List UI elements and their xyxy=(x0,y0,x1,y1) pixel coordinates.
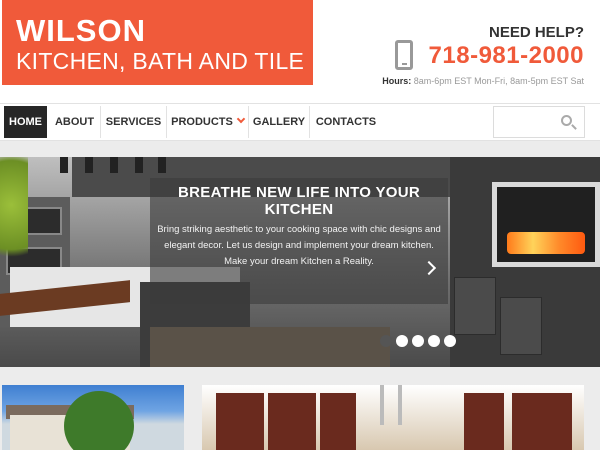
main-nav: HOME ABOUT SERVICES PRODUCTS GALLERY CON… xyxy=(0,103,600,141)
nav-item-gallery[interactable]: GALLERY xyxy=(249,106,310,138)
fireplace xyxy=(492,182,600,267)
need-help-title: NEED HELP? xyxy=(488,24,584,41)
slider-dot-5[interactable] xyxy=(444,335,456,347)
slider-dot-2[interactable] xyxy=(396,335,408,347)
hours-label: Hours: xyxy=(382,76,412,86)
search-icon[interactable] xyxy=(561,115,572,126)
hero-text: Bring striking aesthetic to your cooking… xyxy=(157,224,441,267)
phone-icon xyxy=(395,40,413,70)
search-input[interactable] xyxy=(493,106,585,138)
nav-item-about[interactable]: ABOUT xyxy=(49,106,101,138)
slider-dot-3[interactable] xyxy=(412,335,424,347)
nav-item-home[interactable]: HOME xyxy=(4,106,47,138)
business-hours: Hours: 8am-6pm EST Mon-Fri, 8am-5pm EST … xyxy=(382,76,584,86)
slider-dot-4[interactable] xyxy=(428,335,440,347)
nav-item-products-label: PRODUCTS xyxy=(171,116,233,128)
nav-item-products[interactable]: PRODUCTS xyxy=(167,106,249,138)
hours-text: 8am-6pm EST Mon-Fri, 8am-5pm EST Sat xyxy=(413,76,584,86)
chevron-down-icon xyxy=(236,114,246,124)
nav-item-services[interactable]: SERVICES xyxy=(101,106,167,138)
page: WILSON KITCHEN, BATH AND TILE NEED HELP?… xyxy=(0,0,600,450)
site-header: WILSON KITCHEN, BATH AND TILE NEED HELP?… xyxy=(0,0,600,103)
phone-number[interactable]: 718-981-2000 xyxy=(429,42,584,70)
site-logo[interactable]: WILSON KITCHEN, BATH AND TILE xyxy=(2,0,313,85)
hero-title: BREATHE NEW LIFE INTO YOUR KITCHEN xyxy=(178,184,420,218)
nav-item-contacts[interactable]: CONTACTS xyxy=(310,106,382,138)
hero-caption: BREATHE NEW LIFE INTO YOUR KITCHEN Bring… xyxy=(150,178,448,304)
logo-title: WILSON xyxy=(16,13,146,48)
house-exterior-image[interactable] xyxy=(2,385,184,450)
logo-subtitle: KITCHEN, BATH AND TILE xyxy=(16,48,305,74)
kitchen-cabinets-image[interactable] xyxy=(202,385,584,450)
slider-dot-1[interactable] xyxy=(380,335,392,347)
